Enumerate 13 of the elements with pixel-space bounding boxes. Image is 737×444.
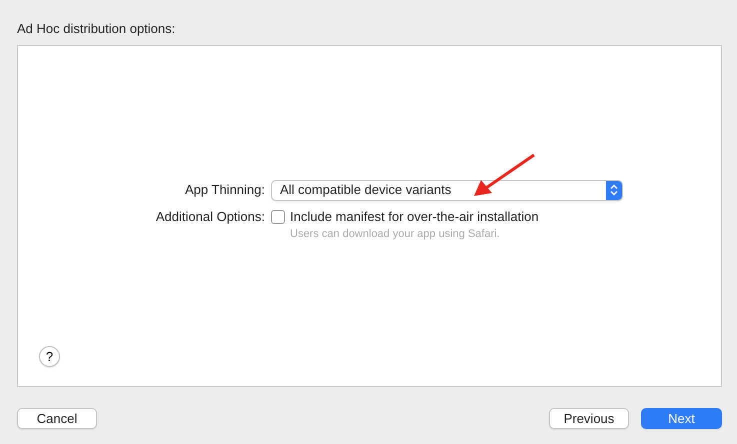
hint-text: Users can download your app using Safari.: [289, 226, 501, 240]
field-label: Additional Options:: [154, 208, 265, 226]
field-label: App Thinning:: [184, 180, 265, 199]
dialog-button[interactable]: Cancel: [17, 408, 97, 429]
checkbox[interactable]: [271, 210, 285, 224]
stepper-chevrons-icon: [610, 184, 618, 196]
section-heading: Ad Hoc distribution options:: [17, 20, 176, 38]
dialog-button[interactable]: Previous: [549, 408, 629, 429]
dropdown-select[interactable]: All compatible device variants: [271, 180, 623, 200]
help-button[interactable]: ?: [39, 346, 60, 367]
dialog-button[interactable]: Next: [641, 408, 722, 429]
annotation-arrow: [474, 154, 535, 196]
checkbox-label: Include manifest for over-the-air installation: [290, 208, 539, 226]
